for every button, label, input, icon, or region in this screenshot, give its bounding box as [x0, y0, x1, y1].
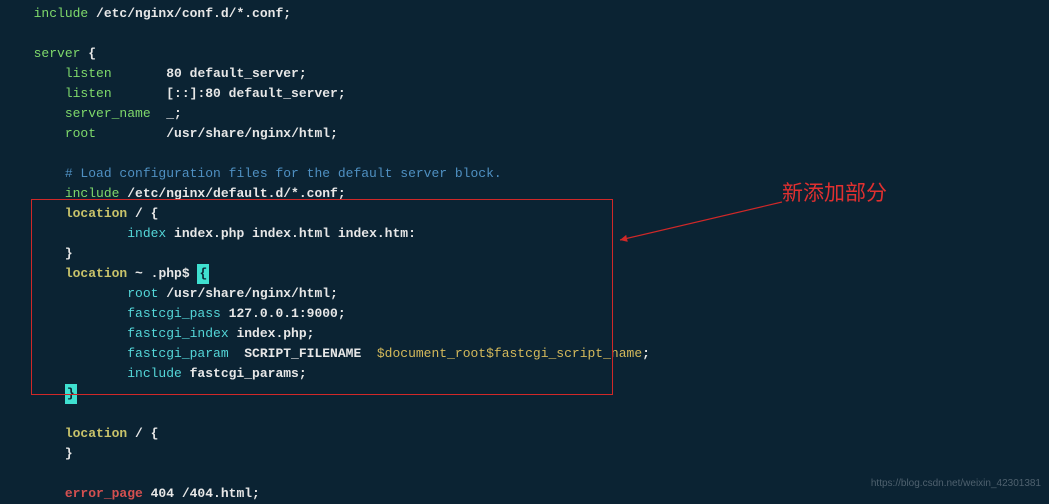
code-line: root /usr/share/nginx/html; — [0, 124, 1049, 144]
token: 404 /404.html; — [143, 486, 260, 501]
token: server_name — [65, 106, 151, 121]
watermark-text: https://blog.csdn.net/weixin_42301381 — [871, 474, 1041, 494]
token: 127.0.0.1:9000; — [221, 306, 346, 321]
token: / { — [127, 426, 158, 441]
token: index — [127, 226, 166, 241]
code-line: root /usr/share/nginx/html; — [0, 284, 1049, 304]
code-line: } — [0, 244, 1049, 264]
code-line: include fastcgi_params; — [0, 364, 1049, 384]
token: fastcgi_pass — [127, 306, 221, 321]
token: 80 default_server; — [112, 66, 307, 81]
token: /etc/nginx/default.d/*.conf; — [119, 186, 345, 201]
code-line: location ~ .php$ { — [0, 264, 1049, 284]
code-line: include /etc/nginx/conf.d/*.conf; — [0, 4, 1049, 24]
token: ~ .php$ — [127, 266, 197, 281]
token: SCRIPT_FILENAME — [229, 346, 377, 361]
token: { — [80, 46, 96, 61]
token: } — [65, 446, 73, 461]
token: / { — [127, 206, 158, 221]
code-line — [0, 24, 1049, 44]
token: root — [65, 126, 96, 141]
code-block: include /etc/nginx/conf.d/*.conf; server… — [0, 0, 1049, 504]
token: include — [127, 366, 182, 381]
token: include — [65, 186, 120, 201]
code-line: index index.php index.html index.htm: — [0, 224, 1049, 244]
token: fastcgi_params; — [182, 366, 307, 381]
code-line: location / { — [0, 204, 1049, 224]
token: [::]:80 default_server; — [112, 86, 346, 101]
code-line: server { — [0, 44, 1049, 64]
token: listen — [65, 66, 112, 81]
code-line: include /etc/nginx/default.d/*.conf; — [0, 184, 1049, 204]
token: } — [65, 384, 77, 404]
token: # Load configuration files for the defau… — [65, 166, 502, 181]
code-line: listen 80 default_server; — [0, 64, 1049, 84]
code-line — [0, 404, 1049, 424]
token: listen — [65, 86, 112, 101]
token: index.php index.html index.htm: — [166, 226, 416, 241]
token: location — [65, 206, 127, 221]
code-line — [0, 144, 1049, 164]
token: /usr/share/nginx/html; — [158, 286, 337, 301]
token: index.php; — [229, 326, 315, 341]
token: { — [197, 264, 209, 284]
code-line: listen [::]:80 default_server; — [0, 84, 1049, 104]
code-line: } — [0, 444, 1049, 464]
token: include — [34, 6, 89, 21]
token: ; — [642, 346, 650, 361]
code-line: } — [0, 384, 1049, 404]
token: $document_root$fastcgi_script_name — [377, 346, 642, 361]
token: /usr/share/nginx/html; — [96, 126, 338, 141]
token: fastcgi_index — [127, 326, 228, 341]
token: fastcgi_param — [127, 346, 228, 361]
token: } — [65, 246, 73, 261]
code-line: server_name _; — [0, 104, 1049, 124]
code-line: fastcgi_param SCRIPT_FILENAME $document_… — [0, 344, 1049, 364]
code-line: fastcgi_index index.php; — [0, 324, 1049, 344]
code-line: fastcgi_pass 127.0.0.1:9000; — [0, 304, 1049, 324]
code-line: location / { — [0, 424, 1049, 444]
token: root — [127, 286, 158, 301]
token: error_page — [65, 486, 143, 501]
token: location — [65, 266, 127, 281]
code-line: # Load configuration files for the defau… — [0, 164, 1049, 184]
token: /etc/nginx/conf.d/*.conf; — [88, 6, 291, 21]
token: server — [34, 46, 81, 61]
token: location — [65, 426, 127, 441]
token: _; — [151, 106, 182, 121]
